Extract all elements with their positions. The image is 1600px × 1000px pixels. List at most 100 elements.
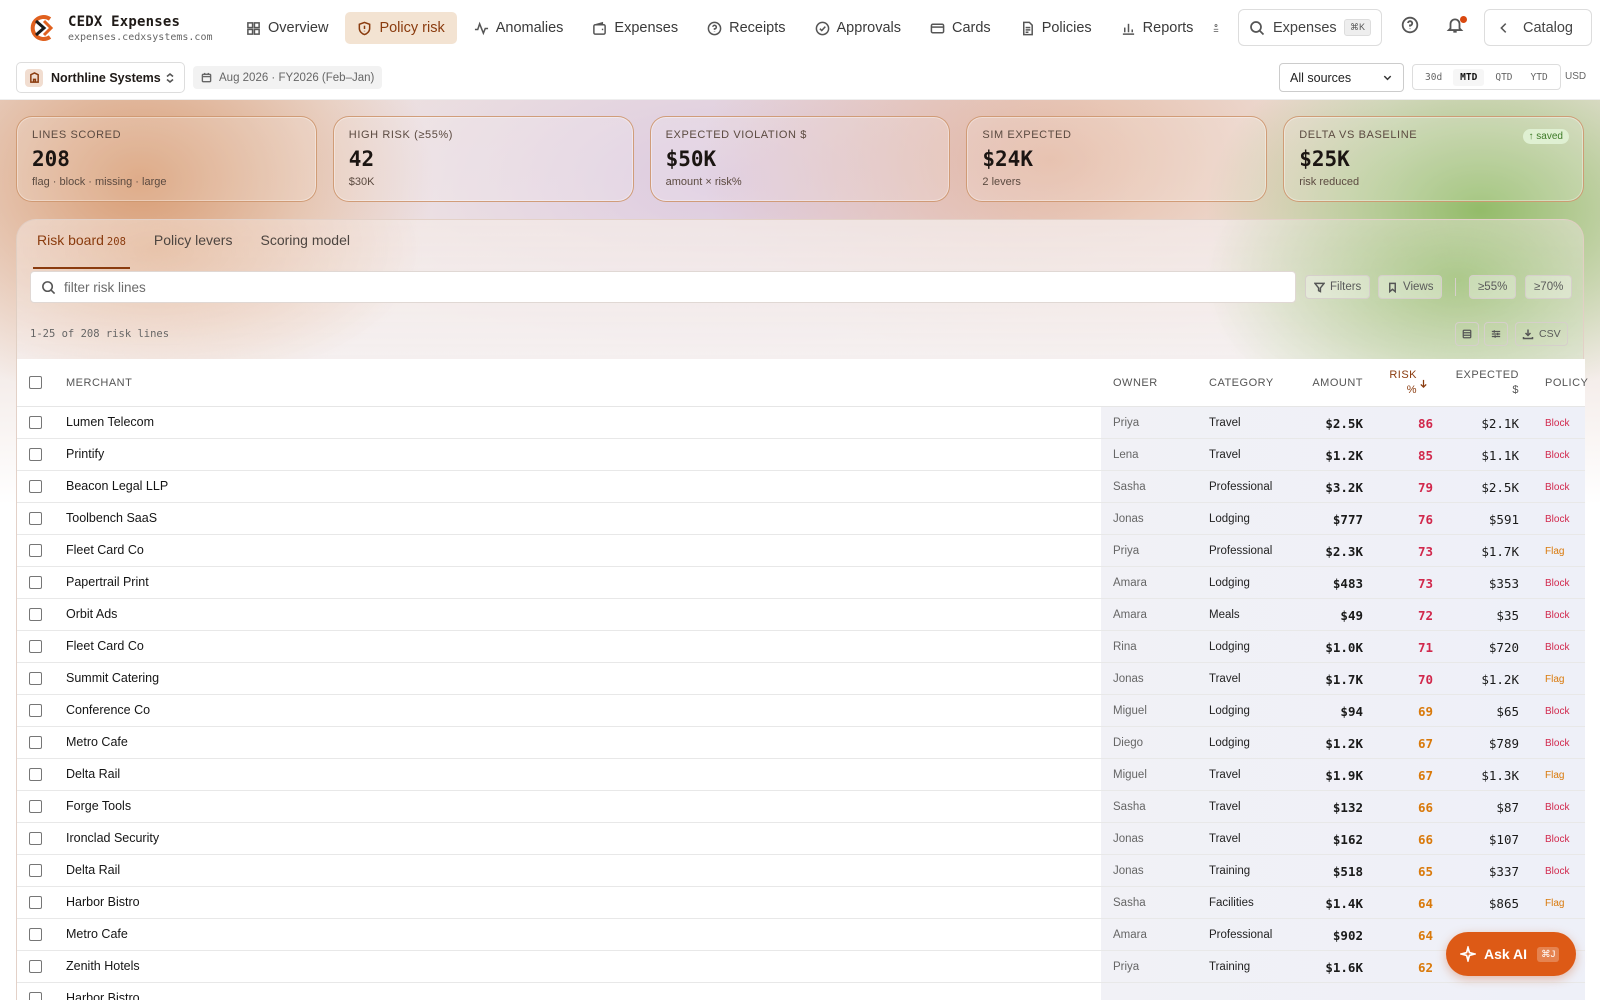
toolbar-divider <box>1455 278 1456 296</box>
row-checkbox[interactable] <box>29 736 42 749</box>
views-button[interactable]: Views <box>1378 275 1443 299</box>
row-select-cell <box>17 727 54 758</box>
table-row[interactable]: Forge Tools Sasha Travel $132 66 $87 Block <box>17 791 1585 823</box>
row-checkbox[interactable] <box>29 608 42 621</box>
row-checkbox[interactable] <box>29 480 42 493</box>
cell-expected: $2.1K <box>1481 416 1519 431</box>
csv-export-button[interactable]: CSV <box>1515 322 1568 346</box>
nav-cards[interactable]: Cards <box>918 12 1003 44</box>
nav-policy-risk[interactable]: Policy risk <box>345 12 457 44</box>
cell-merchant: Beacon Legal LLP <box>54 471 1101 502</box>
columns-button[interactable] <box>1484 322 1508 346</box>
table-row[interactable]: Harbor Bistro Sasha Facilities $1.4K 64 $865 F… <box>17 887 1585 919</box>
source-select[interactable]: All sources <box>1279 63 1404 92</box>
nav-approvals[interactable]: Approvals <box>803 12 913 44</box>
range-ytd[interactable]: YTD <box>1524 69 1555 86</box>
nav-expenses[interactable]: Expenses <box>580 12 690 44</box>
row-checkbox[interactable] <box>29 832 42 845</box>
table-row[interactable]: Metro Cafe Amara Professional $902 64 <box>17 919 1585 951</box>
row-select-cell <box>17 695 54 726</box>
row-checkbox[interactable] <box>29 960 42 973</box>
col-amount[interactable]: AMOUNT <box>1287 359 1363 407</box>
nav-receipts[interactable]: Receipts <box>695 12 797 44</box>
shield-icon <box>359 21 371 35</box>
tab-policy-levers[interactable]: Policy levers <box>154 232 233 260</box>
table-row[interactable]: Orbit Ads Amara Meals $49 72 $35 Block <box>17 599 1585 631</box>
table-row[interactable]: Lumen Telecom Priya Travel $2.5K 86 $2.1K Bloc… <box>17 407 1585 439</box>
row-checkbox[interactable] <box>29 896 42 909</box>
table-row[interactable]: Zenith Hotels Priya Training $1.6K 62 <box>17 951 1585 983</box>
nav-reports[interactable]: Reports <box>1109 12 1206 44</box>
kpi-sub: flag · block · missing · large <box>32 176 167 188</box>
col-merchant[interactable]: MERCHANT <box>66 359 132 407</box>
ask-ai-button[interactable]: Ask AI ⌘J <box>1446 932 1576 976</box>
tab-risk-board[interactable]: Risk board 208 <box>33 232 130 269</box>
row-checkbox[interactable] <box>29 672 42 685</box>
row-checkbox[interactable] <box>29 416 42 429</box>
filter-input[interactable]: filter risk lines <box>30 271 1296 303</box>
table-row[interactable]: Ironclad Security Jonas Travel $162 66 $107 Bl… <box>17 823 1585 855</box>
threshold-70-button[interactable]: ≥70% <box>1525 275 1573 299</box>
row-checkbox[interactable] <box>29 448 42 461</box>
row-checkbox[interactable] <box>29 800 42 813</box>
table-row[interactable]: Delta Rail Miguel Travel $1.9K 67 $1.3K Flag <box>17 759 1585 791</box>
col-category[interactable]: CATEGORY <box>1209 359 1274 407</box>
col-expected[interactable]: EXPECTED $ <box>1445 359 1519 407</box>
col-owner[interactable]: OWNER <box>1113 359 1158 407</box>
table-row[interactable]: Fleet Card Co Rina Lodging $1.0K 71 $720 Block <box>17 631 1585 663</box>
density-button[interactable] <box>1455 322 1479 346</box>
table-row[interactable]: Metro Cafe Diego Lodging $1.2K 67 $789 Block <box>17 727 1585 759</box>
table-row[interactable]: Delta Rail Jonas Training $518 65 $337 Block <box>17 855 1585 887</box>
row-checkbox[interactable] <box>29 544 42 557</box>
table-row[interactable]: Papertrail Print Amara Lodging $483 73 $353 Bl… <box>17 567 1585 599</box>
nav-policies[interactable]: Policies <box>1008 12 1104 44</box>
table-row[interactable]: Printify Lena Travel $1.2K 85 $1.1K Block <box>17 439 1585 471</box>
filters-button[interactable]: Filters <box>1305 275 1371 299</box>
tab-scoring-model[interactable]: Scoring model <box>260 232 350 260</box>
col-policy[interactable]: POLICY <box>1545 359 1588 407</box>
row-checkbox[interactable] <box>29 768 42 781</box>
catalog-button[interactable]: Catalog <box>1484 9 1592 46</box>
select-all-checkbox[interactable] <box>29 376 42 389</box>
range-qtd[interactable]: QTD <box>1488 69 1519 86</box>
period-selector[interactable]: Aug 2026 · FY2026 (Feb–Jan) <box>193 66 383 89</box>
help-button[interactable] <box>1401 16 1423 38</box>
row-checkbox[interactable] <box>29 992 42 1000</box>
org-selector[interactable]: Northline Systems <box>16 62 185 93</box>
range-30d[interactable]: 30d <box>1418 69 1449 86</box>
row-checkbox[interactable] <box>29 512 42 525</box>
range-mtd[interactable]: MTD <box>1453 68 1485 86</box>
cell-owner: Jonas <box>1113 673 1144 685</box>
table-row[interactable]: Harbor Bistro <box>17 983 1585 1000</box>
kpi-sub: 2 levers <box>982 176 1021 188</box>
threshold-55-button[interactable]: ≥55% <box>1469 275 1517 299</box>
help-circle-icon <box>707 21 722 35</box>
row-checkbox[interactable] <box>29 576 42 589</box>
nav-overview[interactable]: Overview <box>234 12 340 44</box>
grid-icon <box>247 21 260 35</box>
row-checkbox[interactable] <box>29 864 42 877</box>
kpi-lines-scored[interactable]: LINES SCORED 208 flag · block · missing … <box>16 116 317 202</box>
global-search[interactable]: Expenses ⌘K <box>1238 9 1382 46</box>
nav-anomalies[interactable]: Anomalies <box>462 12 576 44</box>
table-row[interactable]: Fleet Card Co Priya Professional $2.3K 73 $1.… <box>17 535 1585 567</box>
row-checkbox[interactable] <box>29 928 42 941</box>
table-row[interactable]: Toolbench SaaS Jonas Lodging $777 76 $591 Bloc… <box>17 503 1585 535</box>
cell-owner: Amara <box>1113 609 1147 621</box>
col-risk[interactable]: RISK % <box>1373 359 1417 407</box>
nav-overflow[interactable] <box>1210 12 1222 44</box>
table-row[interactable]: Summit Catering Jonas Travel $1.7K 70 $1.2K Fl… <box>17 663 1585 695</box>
row-checkbox[interactable] <box>29 704 42 717</box>
row-checkbox[interactable] <box>29 640 42 653</box>
table-row[interactable]: Beacon Legal LLP Sasha Professional $3.2K 79… <box>17 471 1585 503</box>
app-logo[interactable]: CEDX Expenses expenses.cedxsystems.com <box>26 12 216 44</box>
cell-merchant: Delta Rail <box>54 759 1101 790</box>
cell-amount: $2.5K <box>1325 416 1363 431</box>
table-row[interactable]: Conference Co Miguel Lodging $94 69 $65 Block <box>17 695 1585 727</box>
cell-amount: $1.7K <box>1325 672 1363 687</box>
kpi-expected-violation[interactable]: EXPECTED VIOLATION $ $50K amount × risk% <box>649 116 951 202</box>
kpi-high-risk[interactable]: HIGH RISK (≥55%) 42 $30K <box>332 116 634 202</box>
kpi-delta-baseline[interactable]: DELTA VS BASELINE $25K risk reduced ↑ sa… <box>1283 116 1584 202</box>
notifications-button[interactable] <box>1446 16 1468 38</box>
kpi-sim-expected[interactable]: SIM EXPECTED $24K 2 levers <box>966 116 1268 202</box>
